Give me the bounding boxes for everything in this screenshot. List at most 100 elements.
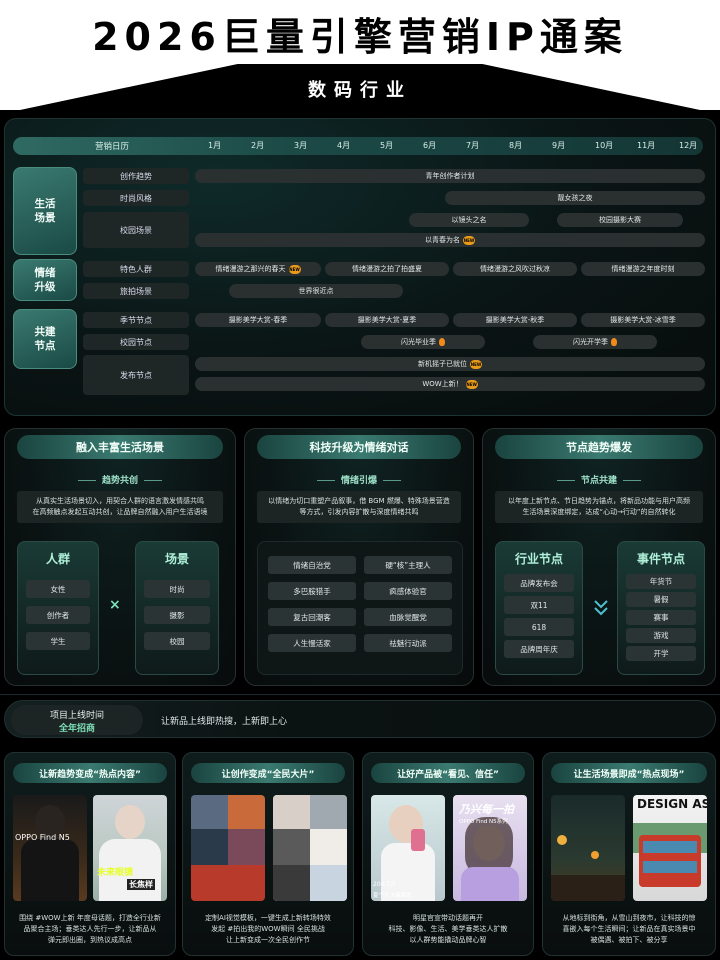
row-travel: 旅拍场景 (83, 283, 189, 299)
feature-card-trust: 让好产品被“看见、信任” 204.7万 夏个开 N着解密... 乃兴每一拍 OP… (362, 752, 534, 956)
card-description: 定制AI视觉模板，一键生成上新转场特效 发起 #拍出我的WOW瞬间 全民挑战 让… (205, 914, 331, 944)
box-title: 场景 (164, 552, 189, 566)
launch-bar: 项目上线时间 全年招商 让新品上线即热搜，上新即上心 (4, 700, 716, 738)
list-item: 618 (504, 618, 574, 636)
list-item: 时尚 (144, 580, 210, 598)
fire-icon (611, 338, 617, 346)
list-item: 摄影 (144, 606, 210, 624)
pill-new-machine: 新机摇子已就位 NEW (195, 357, 705, 371)
tag-item: 情绪自治党 (268, 556, 356, 574)
new-badge-icon: NEW (465, 379, 478, 389)
month-label: 9月 (552, 141, 566, 150)
page-subtitle: 数码行业 (308, 80, 412, 101)
card-title: 让好产品被“看见、信任” (371, 763, 525, 783)
photo-collage-left (191, 795, 265, 901)
pill-autumn: 情绪漫游之风吹过秋凉 (453, 262, 577, 276)
tag-grid: 情绪自治党 硬“核”主理人 多巴胺猎手 疯感体验官 复古回潮客 血脉觉醒党 人生… (257, 541, 463, 675)
double-chevron-down-icon (594, 600, 608, 616)
pill-hot-girl-night: 靓女孩之夜 (445, 191, 705, 205)
panel-node-trend: 节点趋势爆发 节点共建 以年度上新节点、节日趋势为锚点，将新品功能与用户高频 生… (482, 428, 716, 686)
month-label: 8月 (509, 141, 523, 150)
tag-item: 人生慢活家 (268, 634, 356, 652)
tag-item: 硬“核”主理人 (364, 556, 452, 574)
list-item: 校园 (144, 632, 210, 650)
category-cobuild: 共建 节点 (13, 309, 77, 369)
panel-subtitle: 节点共建 (483, 473, 715, 486)
box-title: 人群 (45, 552, 70, 566)
month-label: 7月 (466, 141, 480, 150)
list-item: 赛事 (626, 610, 696, 625)
photo-man-pink-phone: 204.7万 夏个开 N着解密... (371, 795, 445, 901)
pill-wow-new: WOW上新！ NEW (195, 377, 705, 391)
pill-campus-photo: 校园摄影大赛 (557, 213, 683, 227)
panel-description: 以情绪为切口重塑产品叙事，借 BGM 燃爆、特殊场景营造 等方式，引发内容扩散与… (257, 491, 461, 523)
panel-title: 融入丰富生活场景 (17, 435, 223, 459)
category-life: 生活 场景 (13, 167, 77, 255)
scene-box: 场景 时尚 摄影 校园 (135, 541, 219, 675)
photo-man-phone: OPPO Find N5 (13, 795, 87, 901)
feature-card-scene: 让生活场景即成“热点现场” DESIGN AS 从地标到街角，从雪山到夜市，让科… (542, 752, 716, 956)
pill-photo-winter: 摄影美学大赏-冰雪季 (581, 313, 705, 327)
tag-item: 祛魅行动派 (364, 634, 452, 652)
pill-photo-spring: 摄影美学大赏-春季 (195, 313, 321, 327)
month-label: 5月 (380, 141, 394, 150)
list-item: 品牌发布会 (504, 574, 574, 592)
list-item: 女性 (26, 580, 90, 598)
multiply-icon: × (109, 597, 121, 613)
card-description: 明星官宣带动话题再开 科技、影像、生活、美学垂类达人扩散 以人群势能撬动品牌心智 (388, 914, 508, 944)
row-school: 校园节点 (83, 334, 189, 350)
calendar-title: 营销日历 (95, 142, 130, 152)
pill-lens-name: 以镜头之名 (409, 213, 529, 227)
panel-life-scene: 融入丰富生活场景 趋势共创 从真实生活场景切入，用契合人群的语言激发情感共鸣 在… (4, 428, 236, 686)
tag-item: 疯感体验官 (364, 582, 452, 600)
tag-item: 血脉觉醒党 (364, 608, 452, 626)
month-label: 4月 (337, 141, 351, 150)
pill-school-start: 闪光开学季 (533, 335, 657, 349)
panel-description: 以年度上新节点、节日趋势为锚点，将新品功能与用户高频 生活场景深度绑定，达成“心… (495, 491, 703, 523)
month-label: 11月 (637, 141, 656, 150)
list-item: 暑假 (626, 592, 696, 607)
page-title: 2026巨量引擎营销IP通案 (92, 15, 628, 59)
row-release: 发布节点 (83, 355, 189, 395)
calendar-header: 营销日历 1月 2月 3月 4月 5月 6月 7月 8月 9月 10月 11月 … (13, 137, 703, 155)
row-creation: 创作趋势 (83, 168, 189, 184)
fire-icon (439, 338, 445, 346)
month-label: 3月 (294, 141, 308, 150)
panel-emotion-dialogue: 科技升级为情绪对话 情绪引爆 以情绪为切口重塑产品叙事，借 BGM 燃爆、特殊场… (244, 428, 474, 686)
panel-subtitle: 趋势共创 (5, 473, 235, 486)
pill-youth-plan: 青年创作者计划 (195, 169, 705, 183)
photo-tram: DESIGN AS (633, 795, 707, 901)
list-item: 年货节 (626, 574, 696, 589)
card-title: 让生活场景即成“热点现场” (551, 763, 707, 783)
box-title: 事件节点 (636, 552, 685, 566)
card-description: 从地标到街角，从雪山到夜市，让科技的惊 喜嵌入每个生活瞬间；让新品在真实场景中 … (562, 914, 696, 944)
panel-title: 节点趋势爆发 (495, 435, 703, 459)
marketing-calendar: 营销日历 1月 2月 3月 4月 5月 6月 7月 8月 9月 10月 11月 … (4, 118, 716, 416)
pill-photo-summer: 摄影美学大赏-夏季 (325, 313, 449, 327)
crowd-box: 人群 女性 创作者 学生 (17, 541, 99, 675)
new-badge-icon: NEW (463, 235, 475, 245)
list-item: 品牌周年庆 (504, 640, 574, 658)
industry-node-box: 行业节点 品牌发布会 双11 618 品牌周年庆 (495, 541, 583, 675)
month-label: 2月 (251, 141, 265, 150)
photo-collage-right (273, 795, 347, 901)
card-description: 围绕 #WOW上新 年度母话题，打造全行业新 品聚合主场；垂类达人先行一步，让新… (19, 914, 161, 944)
launch-description: 让新品上线即热搜，上新即上心 (161, 717, 288, 727)
pill-youth-name: 以青春为名 NEW (195, 233, 705, 247)
panel-title: 科技升级为情绪对话 (257, 435, 461, 459)
tag-item: 多巴胺猎手 (268, 582, 356, 600)
launch-time-tag: 项目上线时间 全年招商 (11, 705, 143, 735)
pill-world-near: 世界很近点 (229, 284, 403, 298)
pill-year-end: 情绪漫游之年度时刻 (581, 262, 705, 276)
panel-subtitle: 情绪引爆 (245, 473, 473, 486)
panel-description: 从真实生活场景切入，用契合人群的语言激发情感共鸣 在高频触点发起互动共创，让品牌… (17, 491, 223, 523)
row-fashion: 时尚风格 (83, 190, 189, 206)
list-item: 创作者 (26, 606, 90, 624)
tag-item: 复古回潮客 (268, 608, 356, 626)
feature-card-creation: 让创作变成“全民大片” 定制AI视觉模板，一键生成上新转场特效 发起 #拍出我的… (182, 752, 354, 956)
pill-photo-autumn: 摄影美学大赏-秋季 (453, 313, 577, 327)
pill-graduation: 闪光毕业季 (361, 335, 485, 349)
card-title: 让新趋势变成“热点内容” (13, 763, 167, 783)
box-title: 行业节点 (514, 552, 563, 566)
row-campus: 校园场景 (83, 212, 189, 248)
